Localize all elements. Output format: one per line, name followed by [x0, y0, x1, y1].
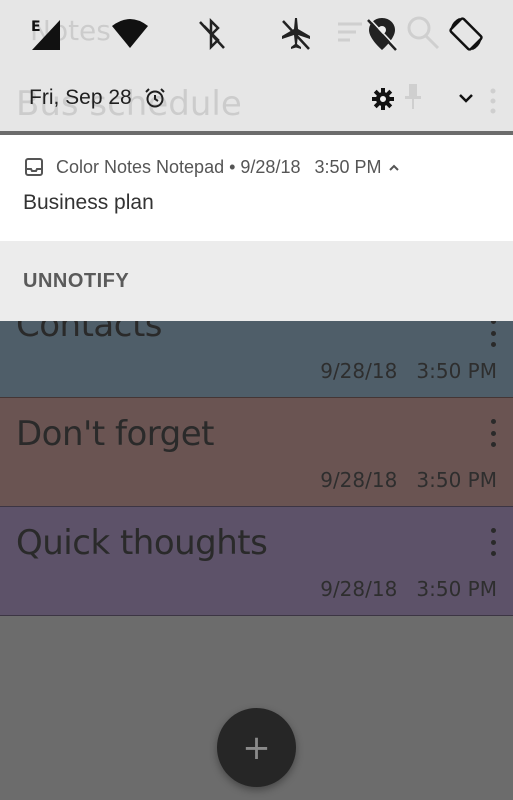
- note-date: 9/28/18: [320, 468, 398, 492]
- overflow-menu-icon[interactable]: [485, 528, 501, 556]
- notification-shade: Notes Bus schedule E Fri, Sep 28: [0, 0, 513, 131]
- note-timestamp: 9/28/18 3:50 PM: [320, 577, 497, 601]
- date-row: Fri, Sep 28: [0, 84, 513, 116]
- signal-e-icon[interactable]: E: [28, 14, 68, 54]
- plus-icon: +: [242, 727, 271, 768]
- note-item-contacts[interactable]: Contacts 9/28/18 3:50 PM: [0, 305, 513, 398]
- wifi-icon[interactable]: [110, 14, 150, 54]
- bluetooth-off-icon[interactable]: [192, 14, 232, 54]
- signal-label: E: [31, 19, 41, 35]
- note-timestamp: 9/28/18 3:50 PM: [320, 359, 497, 383]
- pin-icon-ghost: [404, 84, 422, 115]
- quick-settings-row: E: [0, 14, 513, 54]
- note-timestamp: 9/28/18 3:50 PM: [320, 468, 497, 492]
- separator-dot: •: [229, 156, 236, 177]
- notification-body: Business plan: [23, 191, 154, 214]
- auto-rotate-icon[interactable]: [446, 14, 486, 54]
- note-time: 3:50 PM: [416, 359, 497, 383]
- overflow-menu-icon[interactable]: [485, 319, 501, 347]
- airplane-off-icon[interactable]: [276, 14, 316, 54]
- search-icon-ghost: [404, 14, 444, 54]
- note-time: 3:50 PM: [416, 468, 497, 492]
- note-title: Don't forget: [16, 414, 215, 454]
- note-date: 9/28/18: [320, 577, 398, 601]
- unnotify-button[interactable]: UNNOTIFY: [23, 270, 129, 293]
- location-off-icon[interactable]: [362, 14, 402, 54]
- note-title: Quick thoughts: [16, 523, 268, 563]
- notification-header: Color Notes Notepad • 9/28/18 3:50 PM: [24, 157, 400, 177]
- notification-time: 3:50 PM: [314, 156, 382, 177]
- settings-gear-icon[interactable]: [372, 88, 394, 115]
- expand-chevron-icon[interactable]: [456, 90, 476, 111]
- note-time: 3:50 PM: [416, 577, 497, 601]
- note-date: 9/28/18: [320, 359, 398, 383]
- note-item-quick-thoughts[interactable]: Quick thoughts 9/28/18 3:50 PM: [0, 506, 513, 616]
- notification-date: 9/28/18: [240, 156, 301, 177]
- notification-actions: UNNOTIFY: [0, 241, 513, 321]
- overflow-menu-icon[interactable]: [485, 419, 501, 447]
- notes-app-icon: [24, 157, 44, 177]
- shade-date[interactable]: Fri, Sep 28: [29, 86, 132, 110]
- notification-app-name: Color Notes Notepad: [56, 156, 225, 177]
- overflow-ghost-icon: [488, 88, 498, 119]
- collapse-chevron-icon[interactable]: [388, 157, 400, 178]
- alarm-icon[interactable]: [144, 87, 166, 114]
- notification-card[interactable]: Color Notes Notepad • 9/28/18 3:50 PM Bu…: [0, 135, 513, 241]
- note-item-dont-forget[interactable]: Don't forget 9/28/18 3:50 PM: [0, 397, 513, 507]
- add-note-button[interactable]: +: [217, 708, 296, 787]
